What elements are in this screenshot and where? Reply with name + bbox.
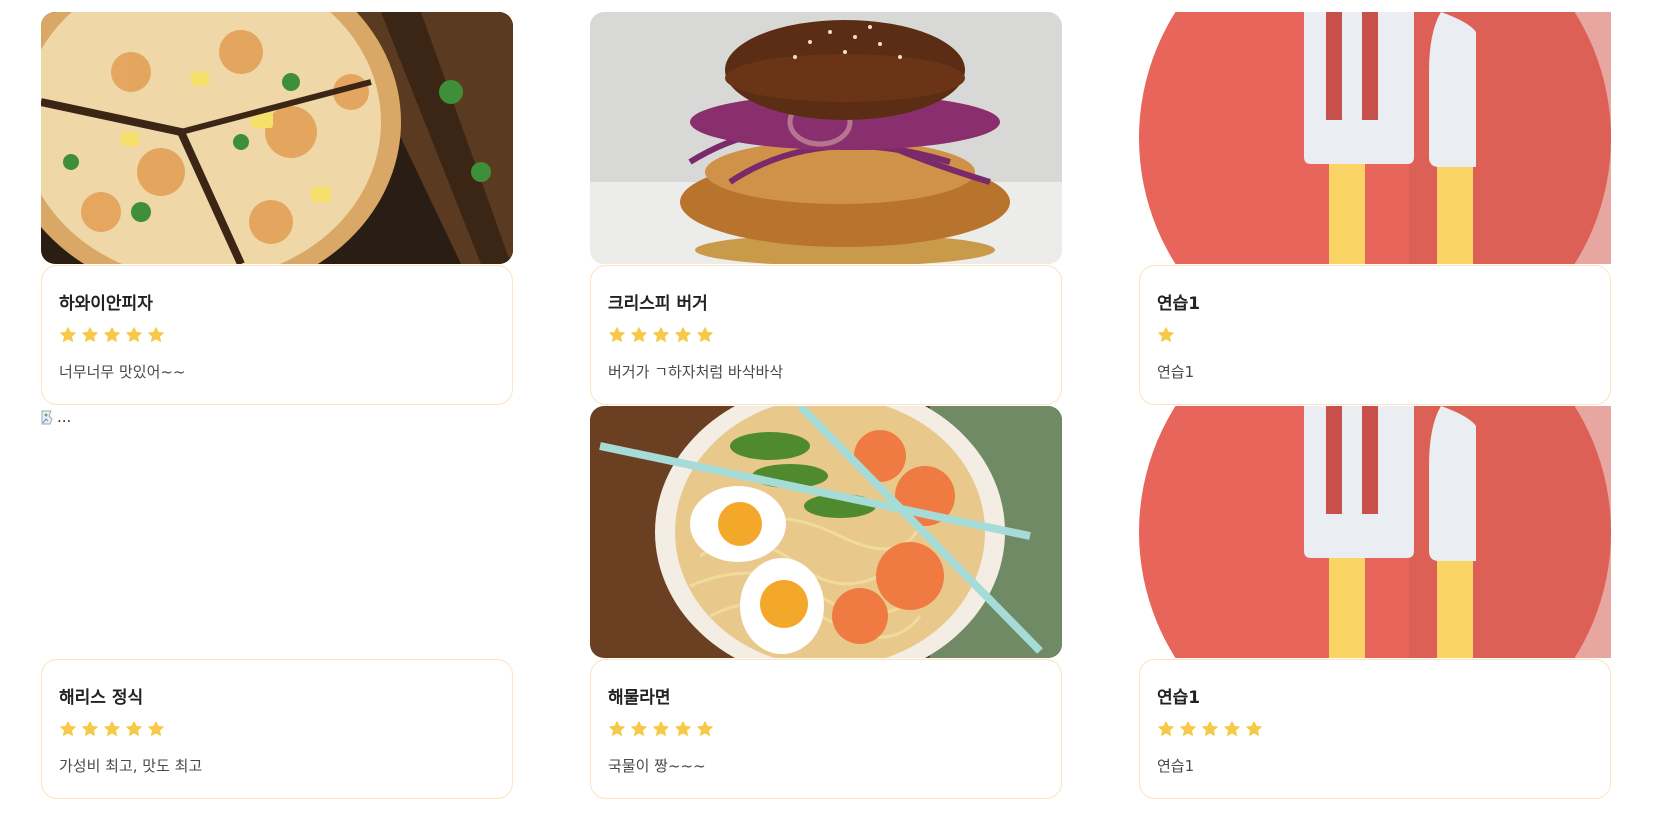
broken-image[interactable]: ...	[41, 406, 513, 658]
star-icon	[631, 721, 647, 736]
review-card[interactable]: 연습1 연습1	[1139, 406, 1611, 800]
burger-image[interactable]	[590, 12, 1062, 264]
card-title: 연습1	[1157, 688, 1201, 708]
card-info: 크리스피 버거 버거가 ㄱ하자처럼 바삭바삭	[590, 265, 1062, 405]
fork-knife-placeholder-icon	[1139, 12, 1611, 264]
star-icon	[104, 327, 120, 342]
review-card-grid: 하와이안피자 너무너무 맛있어~~ 크리스피 버거 버거가 ㄱ하자처럼 바삭바삭…	[41, 12, 1611, 800]
fork-knife-placeholder-icon	[1139, 406, 1611, 658]
placeholder-image[interactable]	[1139, 12, 1611, 264]
star-icon	[653, 327, 669, 342]
review-card[interactable]: 연습1 연습1	[1139, 12, 1611, 406]
card-title: 하와이안피자	[59, 294, 153, 314]
review-card[interactable]: 하와이안피자 너무너무 맛있어~~	[41, 12, 513, 406]
card-description: 너무너무 맛있어~~	[59, 363, 186, 381]
star-icon	[82, 721, 98, 736]
card-info: 연습1 연습1	[1139, 265, 1611, 405]
card-title: 해물라면	[608, 688, 671, 708]
star-icon	[82, 327, 98, 342]
star-icon	[60, 721, 76, 736]
card-description: 연습1	[1157, 363, 1195, 381]
placeholder-image[interactable]	[1139, 406, 1611, 658]
star-icon	[697, 327, 713, 342]
review-card[interactable]: ... 해리스 정식 가성비 최고, 맛도 최고	[41, 406, 513, 800]
card-description: 버거가 ㄱ하자처럼 바삭바삭	[608, 363, 784, 381]
burger-photo	[590, 12, 1062, 264]
rating-stars	[1157, 720, 1593, 740]
star-icon	[1158, 327, 1174, 342]
star-icon	[675, 721, 691, 736]
review-card[interactable]: 해물라면 국물이 짱~~~	[590, 406, 1062, 800]
rating-stars	[1157, 326, 1593, 346]
rating-stars	[59, 326, 495, 346]
star-icon	[148, 721, 164, 736]
card-description: 연습1	[1157, 757, 1195, 775]
star-icon	[653, 721, 669, 736]
rating-stars	[59, 720, 495, 740]
pizza-photo	[41, 12, 513, 264]
card-info: 연습1 연습1	[1139, 659, 1611, 799]
star-icon	[609, 327, 625, 342]
star-icon	[1246, 721, 1262, 736]
card-info: 해리스 정식 가성비 최고, 맛도 최고	[41, 659, 513, 799]
broken-image-icon	[41, 410, 53, 425]
star-icon	[697, 721, 713, 736]
star-icon	[1180, 721, 1196, 736]
rating-stars	[608, 720, 1044, 740]
card-info: 하와이안피자 너무너무 맛있어~~	[41, 265, 513, 405]
star-icon	[1158, 721, 1174, 736]
star-icon	[148, 327, 164, 342]
star-icon	[675, 327, 691, 342]
star-icon	[126, 721, 142, 736]
review-card[interactable]: 크리스피 버거 버거가 ㄱ하자처럼 바삭바삭	[590, 12, 1062, 406]
card-info: 해물라면 국물이 짱~~~	[590, 659, 1062, 799]
pizza-image[interactable]	[41, 12, 513, 264]
star-icon	[60, 327, 76, 342]
card-title: 크리스피 버거	[608, 294, 708, 314]
card-title: 해리스 정식	[59, 688, 144, 708]
card-description: 가성비 최고, 맛도 최고	[59, 757, 203, 775]
ramen-photo	[590, 406, 1062, 658]
star-icon	[631, 327, 647, 342]
card-description: 국물이 짱~~~	[608, 757, 706, 775]
star-icon	[126, 327, 142, 342]
image-alt-text: ...	[57, 408, 72, 426]
card-title: 연습1	[1157, 294, 1201, 314]
star-icon	[104, 721, 120, 736]
star-icon	[609, 721, 625, 736]
star-icon	[1224, 721, 1240, 736]
star-icon	[1202, 721, 1218, 736]
rating-stars	[608, 326, 1044, 346]
ramen-image[interactable]	[590, 406, 1062, 658]
